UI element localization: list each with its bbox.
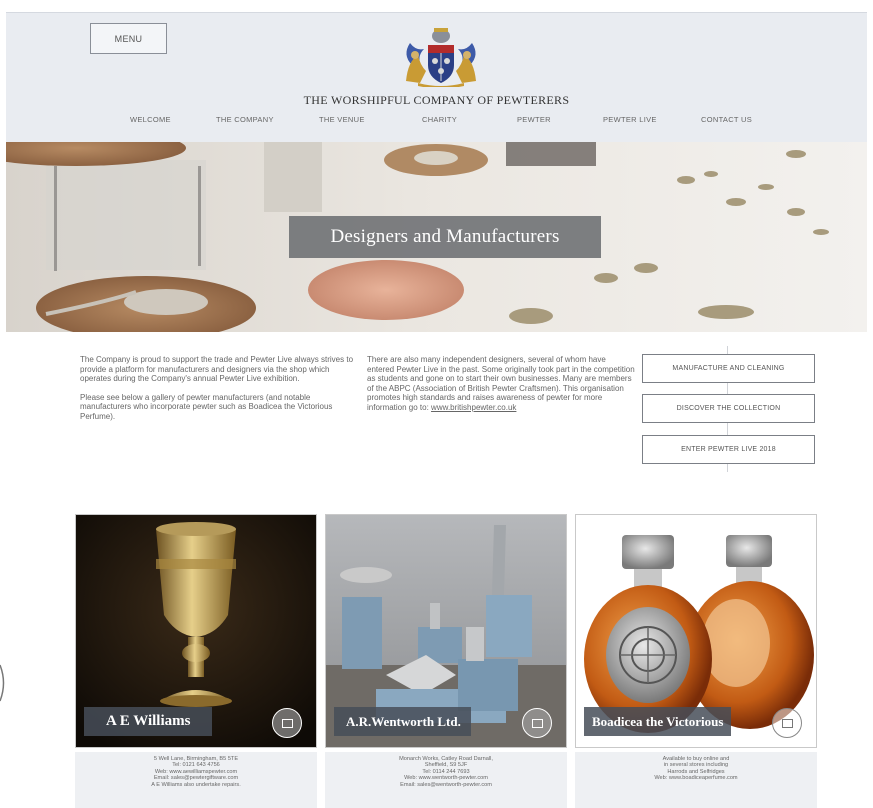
- main-navigation: WELCOME THE COMPANY THE VENUE CHARITY PE…: [6, 115, 867, 129]
- nav-the-venue[interactable]: THE VENUE: [319, 115, 365, 124]
- british-pewter-link[interactable]: www.britishpewter.co.uk: [431, 403, 516, 412]
- info-line: Email: sales@wentworth-pewter.com: [400, 781, 492, 788]
- coat-of-arms-icon[interactable]: [398, 25, 484, 87]
- nav-pewter-live[interactable]: PEWTER LIVE: [603, 115, 657, 124]
- card-info-boadicea: Available to buy online and in several s…: [575, 752, 817, 808]
- intro-column-right: There are also many independent designer…: [367, 355, 635, 413]
- enter-pewter-live-button[interactable]: ENTER PEWTER LIVE 2018: [642, 435, 815, 464]
- nav-the-company[interactable]: THE COMPANY: [216, 115, 274, 124]
- edge-bracket-icon: [0, 664, 5, 702]
- info-line: Web: www.boadiceaperfume.com: [654, 775, 738, 782]
- intro-column-left: The Company is proud to support the trad…: [80, 355, 356, 431]
- chevron-square-icon[interactable]: [772, 708, 802, 738]
- card-title: A.R.Wentworth Ltd.: [334, 707, 471, 736]
- card-title: Boadicea the Victorious: [584, 707, 732, 736]
- card-ar-wentworth[interactable]: A.R.Wentworth Ltd.: [325, 514, 567, 748]
- hero-banner: Designers and Manufacturers: [6, 142, 867, 332]
- menu-button[interactable]: MENU: [90, 23, 167, 54]
- card-boadicea[interactable]: Boadicea the Victorious: [575, 514, 817, 748]
- card-info-ae-williams: 5 Well Lane, Birmingham, B5 5TE Tel: 012…: [75, 752, 317, 808]
- hero-title: Designers and Manufacturers: [289, 216, 601, 258]
- info-line: A E Williams also undertake repairs.: [151, 781, 241, 788]
- card-ae-williams[interactable]: A E Williams: [75, 514, 317, 748]
- chevron-square-icon[interactable]: [522, 708, 552, 738]
- nav-pewter[interactable]: PEWTER: [517, 115, 551, 124]
- nav-charity[interactable]: CHARITY: [422, 115, 457, 124]
- intro-paragraph-2: Please see below a gallery of pewter man…: [80, 392, 333, 421]
- chevron-square-icon[interactable]: [272, 708, 302, 738]
- organisation-name: THE WORSHIPFUL COMPANY OF PEWTERERS: [303, 93, 570, 107]
- card-info-ar-wentworth: Monarch Works, Catley Road Darnall, Shef…: [325, 752, 567, 808]
- intro-paragraph-1: The Company is proud to support the trad…: [80, 355, 354, 384]
- nav-welcome[interactable]: WELCOME: [130, 115, 171, 124]
- site-header: MENU THE WORSHIPFUL COMPANY OF PEWTERERS…: [6, 12, 867, 142]
- card-title: A E Williams: [84, 707, 213, 736]
- nav-contact-us[interactable]: CONTACT US: [701, 115, 752, 124]
- manufacture-and-cleaning-button[interactable]: MANUFACTURE AND CLEANING: [642, 354, 815, 383]
- discover-the-collection-button[interactable]: DISCOVER THE COLLECTION: [642, 394, 815, 423]
